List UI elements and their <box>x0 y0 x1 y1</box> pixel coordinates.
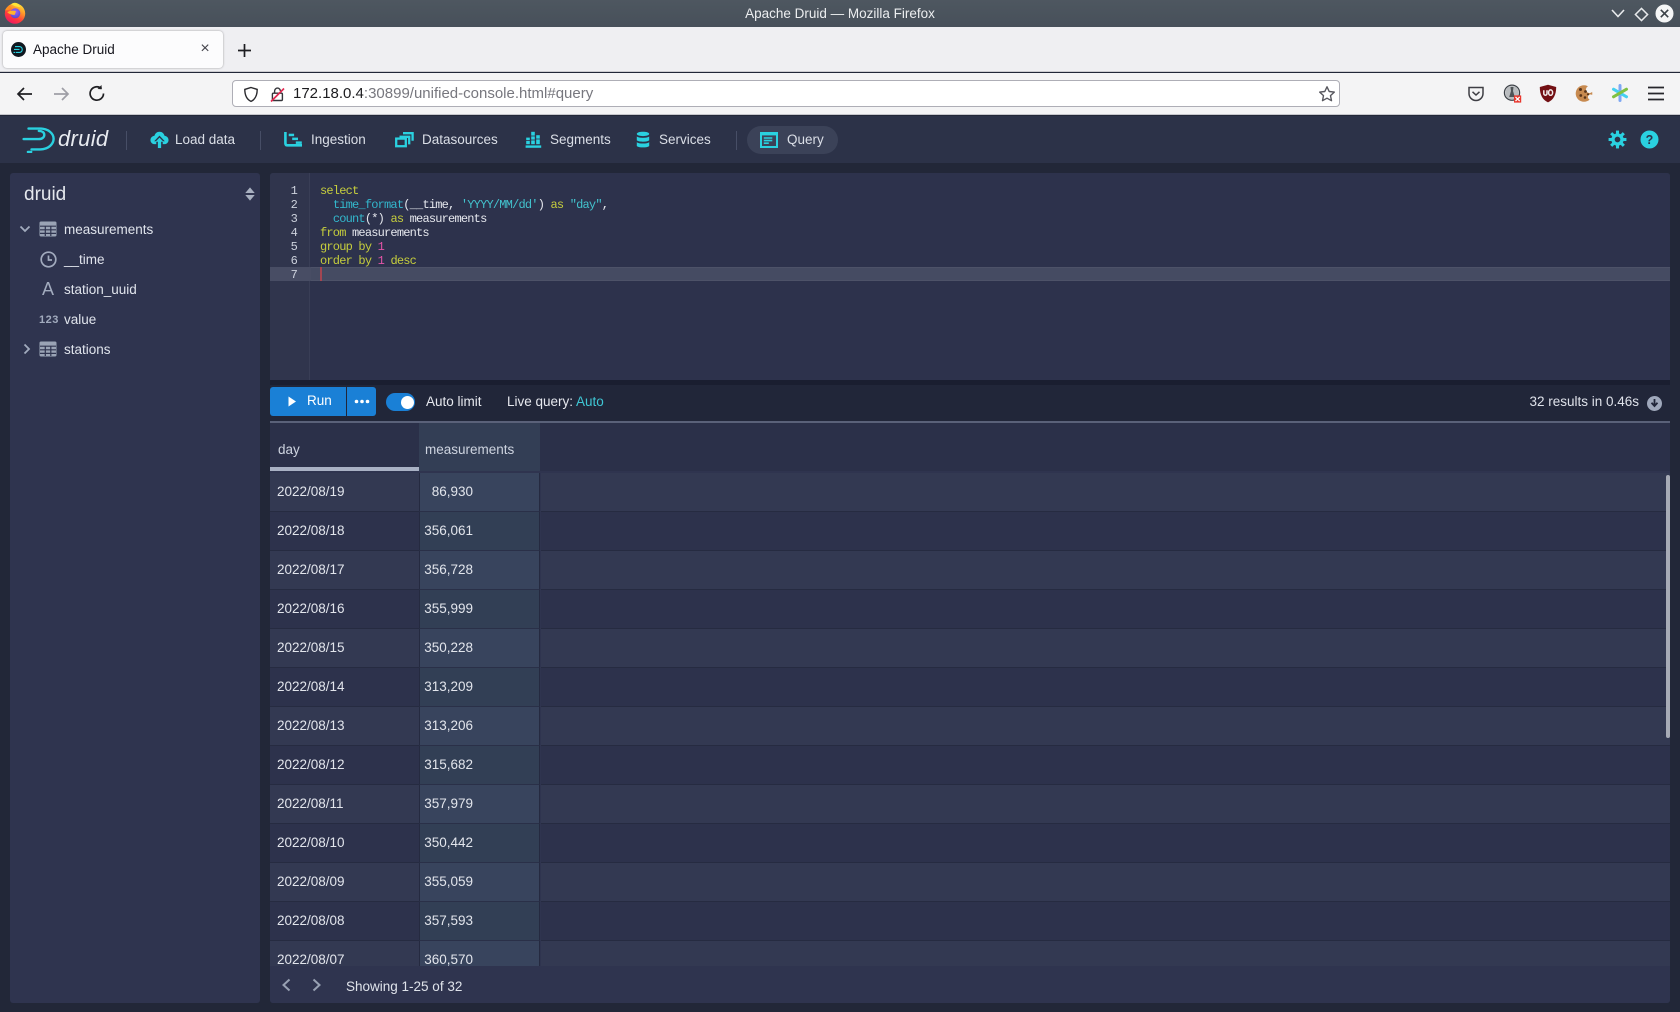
svg-text:?: ? <box>1646 133 1654 147</box>
